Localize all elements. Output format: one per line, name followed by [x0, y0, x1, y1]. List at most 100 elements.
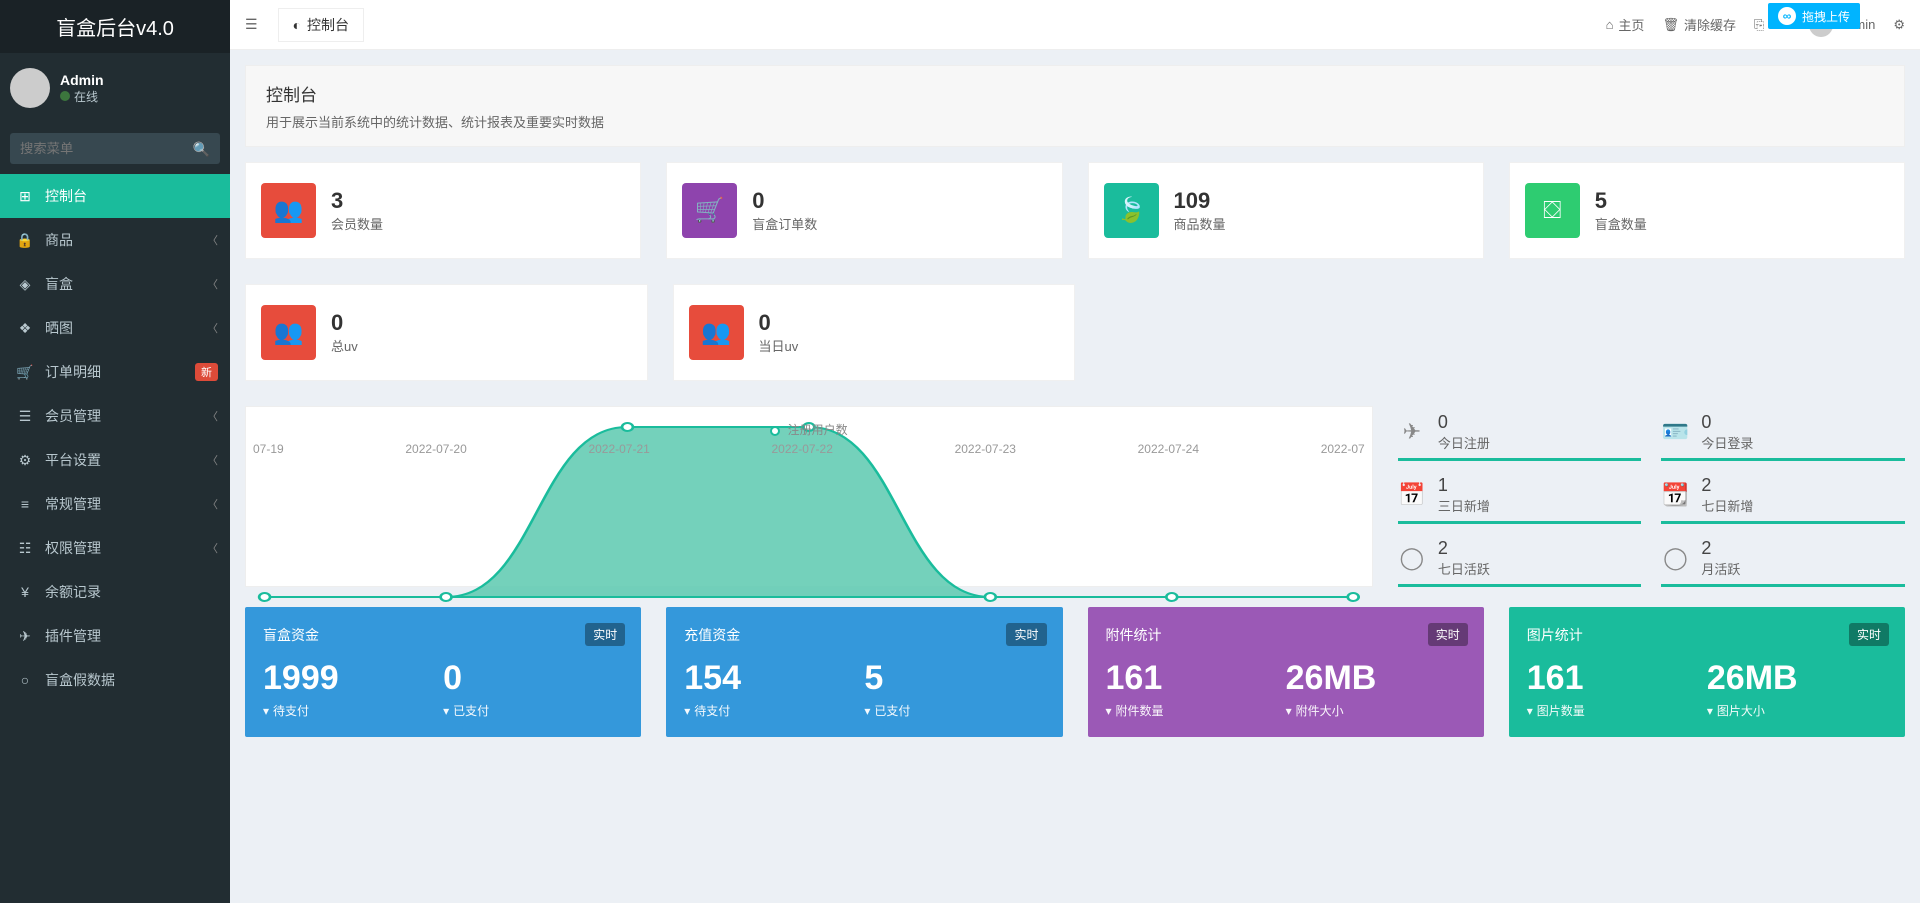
side-stat-num: 2: [1438, 538, 1490, 559]
sidebar-item-8[interactable]: ☷权限管理〈: [0, 526, 230, 570]
stat-icon: 👥: [689, 305, 744, 360]
card-num: 0: [443, 659, 623, 698]
stat-card[interactable]: 👥 0 当日uv: [673, 284, 1076, 381]
mid-row: 注册用户数 07-192022-07-202022-07-212022-07-2…: [245, 406, 1905, 587]
color-card[interactable]: 附件统计 实时 161 ▾附件数量 26MB ▾附件大小: [1088, 607, 1484, 737]
side-stat-item[interactable]: ✈ 0今日注册: [1398, 406, 1642, 461]
stat-num: 3: [331, 188, 383, 214]
side-stat-item[interactable]: ◯ 2月活跃: [1661, 532, 1905, 587]
menu-label: 商品: [45, 230, 73, 250]
bullet-icon: ▾: [1286, 704, 1292, 718]
side-stat-item[interactable]: 🪪 0今日登录: [1661, 406, 1905, 461]
sidebar-menu: ⊞控制台🔒商品〈◈盲盒〈❖晒图〈🛒订单明细新☰会员管理〈⚙平台设置〈≡常规管理〈…: [0, 174, 230, 903]
user-status-text: 在线: [74, 88, 98, 105]
search-input[interactable]: [10, 133, 220, 164]
side-stat-text: 1三日新增: [1438, 475, 1490, 515]
nav-tool1[interactable]: ⎘: [1754, 17, 1764, 33]
sidebar-item-1[interactable]: 🔒 商品 〈: [0, 218, 230, 262]
x-tick: 2022-07-21: [588, 442, 649, 456]
clear-label: 清除缓存: [1684, 15, 1736, 34]
nav-home[interactable]: ⌂主页: [1606, 15, 1645, 34]
sidebar-item-6[interactable]: ⚙平台设置〈: [0, 438, 230, 482]
sidebar-item-2[interactable]: ◈盲盒〈: [0, 262, 230, 306]
menu-label: 盲盒: [45, 274, 73, 294]
stat-label: 当日uv: [759, 336, 799, 355]
card-num: 1999: [263, 659, 443, 698]
stat-card[interactable]: ⛋ 5 盲盒数量: [1509, 162, 1905, 259]
user-panel: Admin 在线: [0, 53, 230, 123]
user-name: Admin: [60, 72, 104, 88]
menu-toggle-icon[interactable]: ☰: [245, 16, 258, 33]
side-stat-num: 0: [1438, 412, 1490, 433]
menu-label: 平台设置: [45, 450, 101, 470]
side-stat-text: 0今日登录: [1701, 412, 1753, 452]
card-col: 1999 ▾待支付: [263, 659, 443, 719]
sidebar-item-9[interactable]: ¥余额记录: [0, 570, 230, 614]
side-stat-icon: ◯: [1661, 545, 1689, 571]
chart-box[interactable]: 注册用户数 07-192022-07-202022-07-212022-07-2…: [245, 406, 1373, 587]
stat-label: 商品数量: [1174, 214, 1226, 233]
card-sub: ▾图片大小: [1707, 702, 1887, 719]
stat-num: 0: [752, 188, 817, 214]
home-label: 主页: [1618, 15, 1644, 34]
card-badge: 实时: [1428, 623, 1468, 646]
tab-console[interactable]: ◐ 控制台: [278, 8, 364, 42]
card-title: 图片统计: [1527, 625, 1887, 645]
x-tick: 07-19: [253, 442, 284, 456]
side-stat-num: 0: [1701, 412, 1753, 433]
stat-text: 109 商品数量: [1174, 188, 1226, 233]
stat-card[interactable]: 🛒 0 盲盒订单数: [666, 162, 1062, 259]
menu-icon: 🛒: [15, 364, 35, 381]
side-stat-item[interactable]: 📅 1三日新增: [1398, 469, 1642, 524]
stat-text: 0 盲盒订单数: [752, 188, 817, 233]
gear-icon[interactable]: ⚙: [1893, 17, 1905, 33]
card-num: 26MB: [1286, 659, 1466, 698]
side-stat-item[interactable]: ◯ 2七日活跃: [1398, 532, 1642, 587]
chart-legend: 注册用户数: [251, 421, 1367, 438]
bullet-icon: ▾: [443, 704, 449, 718]
side-stat-label: 今日登录: [1701, 433, 1753, 452]
upload-label: 拖拽上传: [1802, 8, 1850, 25]
sidebar-item-7[interactable]: ≡常规管理〈: [0, 482, 230, 526]
stat-card[interactable]: 👥 3 会员数量: [245, 162, 641, 259]
card-col: 154 ▾待支付: [684, 659, 864, 719]
menu-label: 余额记录: [45, 582, 101, 602]
side-stat-icon: 📅: [1398, 482, 1426, 508]
side-stat-num: 1: [1438, 475, 1490, 496]
color-card[interactable]: 盲盒资金 实时 1999 ▾待支付 0 ▾已支付: [245, 607, 641, 737]
stat-card[interactable]: 🍃 109 商品数量: [1088, 162, 1484, 259]
sidebar-item-4[interactable]: 🛒订单明细新: [0, 350, 230, 394]
chevron-left-icon: 〈: [207, 496, 218, 512]
stat-card[interactable]: 👥 0 总uv: [245, 284, 648, 381]
search-icon[interactable]: 🔍: [193, 141, 210, 158]
legend-marker-icon: [770, 426, 780, 436]
card-badge: 实时: [1849, 623, 1889, 646]
tab-label: 控制台: [307, 15, 349, 35]
bullet-icon: ▾: [1527, 704, 1533, 718]
menu-icon: ⊞: [15, 188, 35, 205]
side-stat-label: 今日注册: [1438, 433, 1490, 452]
sidebar-item-0[interactable]: ⊞控制台: [0, 174, 230, 218]
chevron-left-icon: 〈: [207, 408, 218, 424]
stat-icon: 👥: [261, 305, 316, 360]
chevron-left-icon: 〈: [207, 232, 218, 248]
sidebar-item-11[interactable]: ○盲盒假数据: [0, 658, 230, 702]
sidebar-item-3[interactable]: ❖晒图〈: [0, 306, 230, 350]
side-stat-item[interactable]: 📆 2七日新增: [1661, 469, 1905, 524]
sidebar-item-10[interactable]: ✈插件管理: [0, 614, 230, 658]
upload-badge[interactable]: ∞ 拖拽上传: [1768, 3, 1860, 29]
stat-icon: 🛒: [682, 183, 737, 238]
color-card[interactable]: 充值资金 实时 154 ▾待支付 5 ▾已支付: [666, 607, 1062, 737]
bullet-icon: ▾: [263, 704, 269, 718]
card-sub: ▾已支付: [443, 702, 623, 719]
menu-icon: 🔒: [15, 232, 35, 249]
card-title: 附件统计: [1106, 625, 1466, 645]
side-stat-icon: 🪪: [1661, 419, 1689, 445]
user-avatar[interactable]: [10, 68, 50, 108]
color-card[interactable]: 图片统计 实时 161 ▾图片数量 26MB ▾图片大小: [1509, 607, 1905, 737]
nav-clear-cache[interactable]: 🗑清除缓存: [1662, 15, 1736, 34]
card-badge: 实时: [585, 623, 625, 646]
menu-label: 会员管理: [45, 406, 101, 426]
sidebar-item-5[interactable]: ☰会员管理〈: [0, 394, 230, 438]
card-title: 充值资金: [684, 625, 1044, 645]
